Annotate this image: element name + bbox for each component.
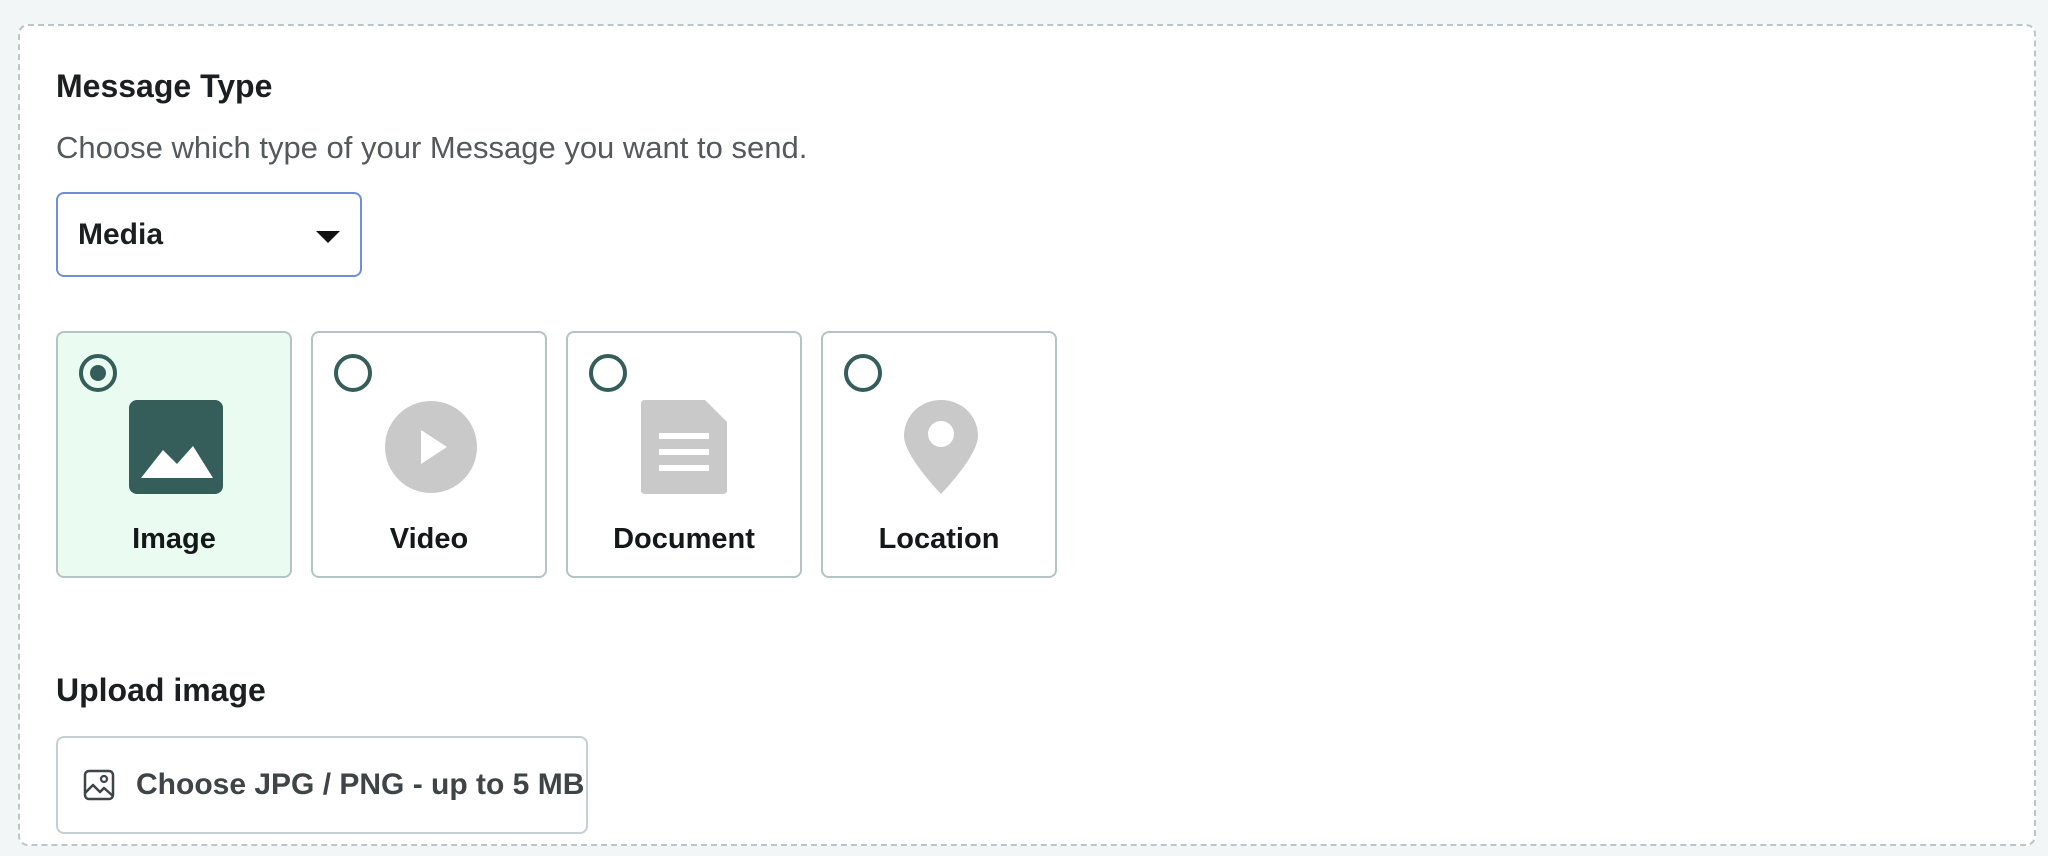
media-option-image[interactable]: Image [56,331,292,578]
radio-location[interactable] [844,354,882,392]
media-option-label: Image [132,523,216,555]
location-pin-icon [904,400,978,494]
radio-document[interactable] [589,354,627,392]
message-type-title: Message Type [56,68,273,104]
image-outline-icon [83,769,115,801]
radio-video[interactable] [334,354,372,392]
play-icon [385,401,477,493]
media-option-label: Document [613,523,755,555]
message-type-select[interactable]: Media [56,192,362,277]
media-option-document[interactable]: Document [566,331,802,578]
document-icon [641,400,727,494]
message-type-select-value: Media [78,217,164,251]
media-type-options: Image Video Document Location [56,331,1057,578]
message-type-subtitle: Choose which type of your Message you wa… [56,130,808,165]
caret-down-icon [316,231,340,243]
media-option-location[interactable]: Location [821,331,1057,578]
upload-title: Upload image [56,672,266,708]
media-option-video[interactable]: Video [311,331,547,578]
radio-image[interactable] [79,354,117,392]
media-option-label: Video [389,523,469,555]
media-option-label: Location [878,523,1000,555]
image-icon [129,400,223,494]
upload-button-label: Choose JPG / PNG - up to 5 MB [136,768,585,801]
message-type-panel: Message Type Choose which type of your M… [18,24,2036,846]
upload-image-button[interactable]: Choose JPG / PNG - up to 5 MB [56,736,588,834]
